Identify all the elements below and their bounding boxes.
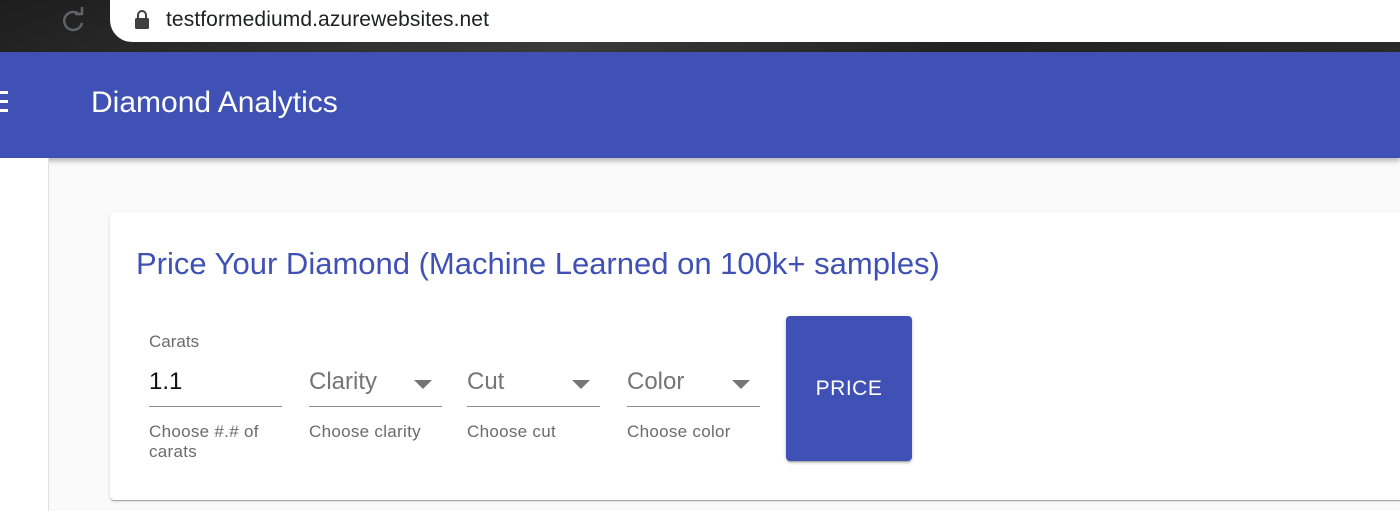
color-underline [627,406,760,407]
carats-label: Carats [149,332,200,351]
side-navigation [0,158,49,511]
lock-icon[interactable] [134,10,150,30]
cut-placeholder[interactable]: Cut [467,368,504,396]
carats-hint: Choose #.# of carats [149,422,259,461]
clarity-placeholder[interactable]: Clarity [309,368,377,396]
chevron-down-icon[interactable] [414,380,432,389]
card-title: Price Your Diamond (Machine Learned on 1… [136,246,940,281]
carats-underline [149,406,282,407]
price-button[interactable]: PRICE [786,316,912,461]
carats-input[interactable]: 1.1 [149,368,182,396]
chevron-down-icon[interactable] [732,380,750,389]
address-bar[interactable]: testformediumd.azurewebsites.net [110,0,1400,42]
color-hint: Choose color [627,422,731,441]
app-title: Diamond Analytics [91,86,338,119]
hamburger-menu-icon[interactable] [0,91,8,119]
chevron-down-icon[interactable] [572,380,590,389]
price-card: Price Your Diamond (Machine Learned on 1… [110,212,1400,500]
clarity-hint: Choose clarity [309,422,421,441]
reload-icon[interactable] [58,6,88,36]
cut-underline [467,406,600,407]
color-placeholder[interactable]: Color [627,368,684,396]
browser-chrome: testformediumd.azurewebsites.net [0,0,1400,52]
app-toolbar: Diamond Analytics [0,52,1400,158]
url-text[interactable]: testformediumd.azurewebsites.net [166,8,489,32]
clarity-underline [309,406,442,407]
cut-hint: Choose cut [467,422,556,441]
